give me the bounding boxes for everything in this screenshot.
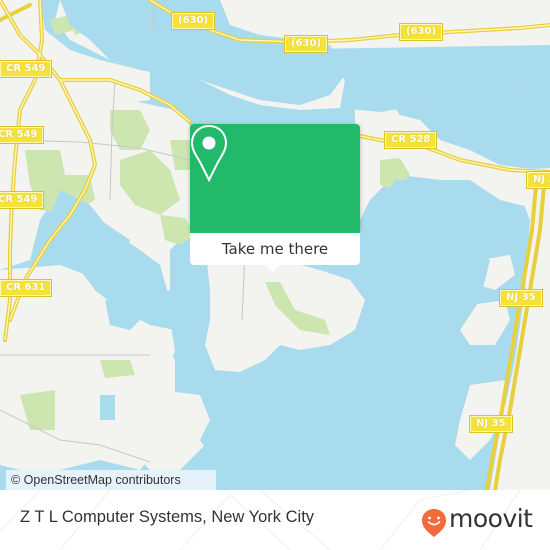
road-shield-630: (630): [170, 12, 216, 30]
map-attribution[interactable]: © OpenStreetMap contributors: [6, 470, 216, 490]
road-shield-cr528: CR 528: [383, 131, 438, 149]
road-shield-cr549: CR 549: [0, 126, 45, 144]
popup-header: [190, 124, 360, 233]
place-title: Z T L Computer Systems, New York City: [20, 508, 315, 526]
map-pin-icon: [190, 124, 228, 183]
road-shield-cr549: CR 549: [0, 191, 45, 209]
road-shield-nj35: NJ 35: [526, 171, 550, 189]
take-me-there-button[interactable]: Take me there: [190, 233, 360, 265]
road-shield-cr549: CR 549: [0, 60, 53, 78]
road-shield-630: (630): [283, 35, 329, 53]
location-popup: Take me there: [190, 124, 360, 272]
footer-bar: Z T L Computer Systems, New York City mo…: [0, 490, 550, 550]
road-shield-cr631: CR 631: [0, 279, 53, 297]
moovit-wordmark: moovit: [449, 504, 533, 533]
road-shield-nj35: NJ 35: [499, 289, 543, 307]
map-view[interactable]: (630) (630) (630) CR 549 CR 549 CR 549 C…: [0, 0, 550, 490]
road-shield-630: (630): [398, 23, 444, 41]
moovit-smile-pin-icon: [422, 509, 446, 537]
moovit-logo[interactable]: moovit: [419, 502, 549, 537]
road-shield-nj35: NJ 35: [469, 415, 513, 433]
popup-pointer: [265, 264, 281, 272]
